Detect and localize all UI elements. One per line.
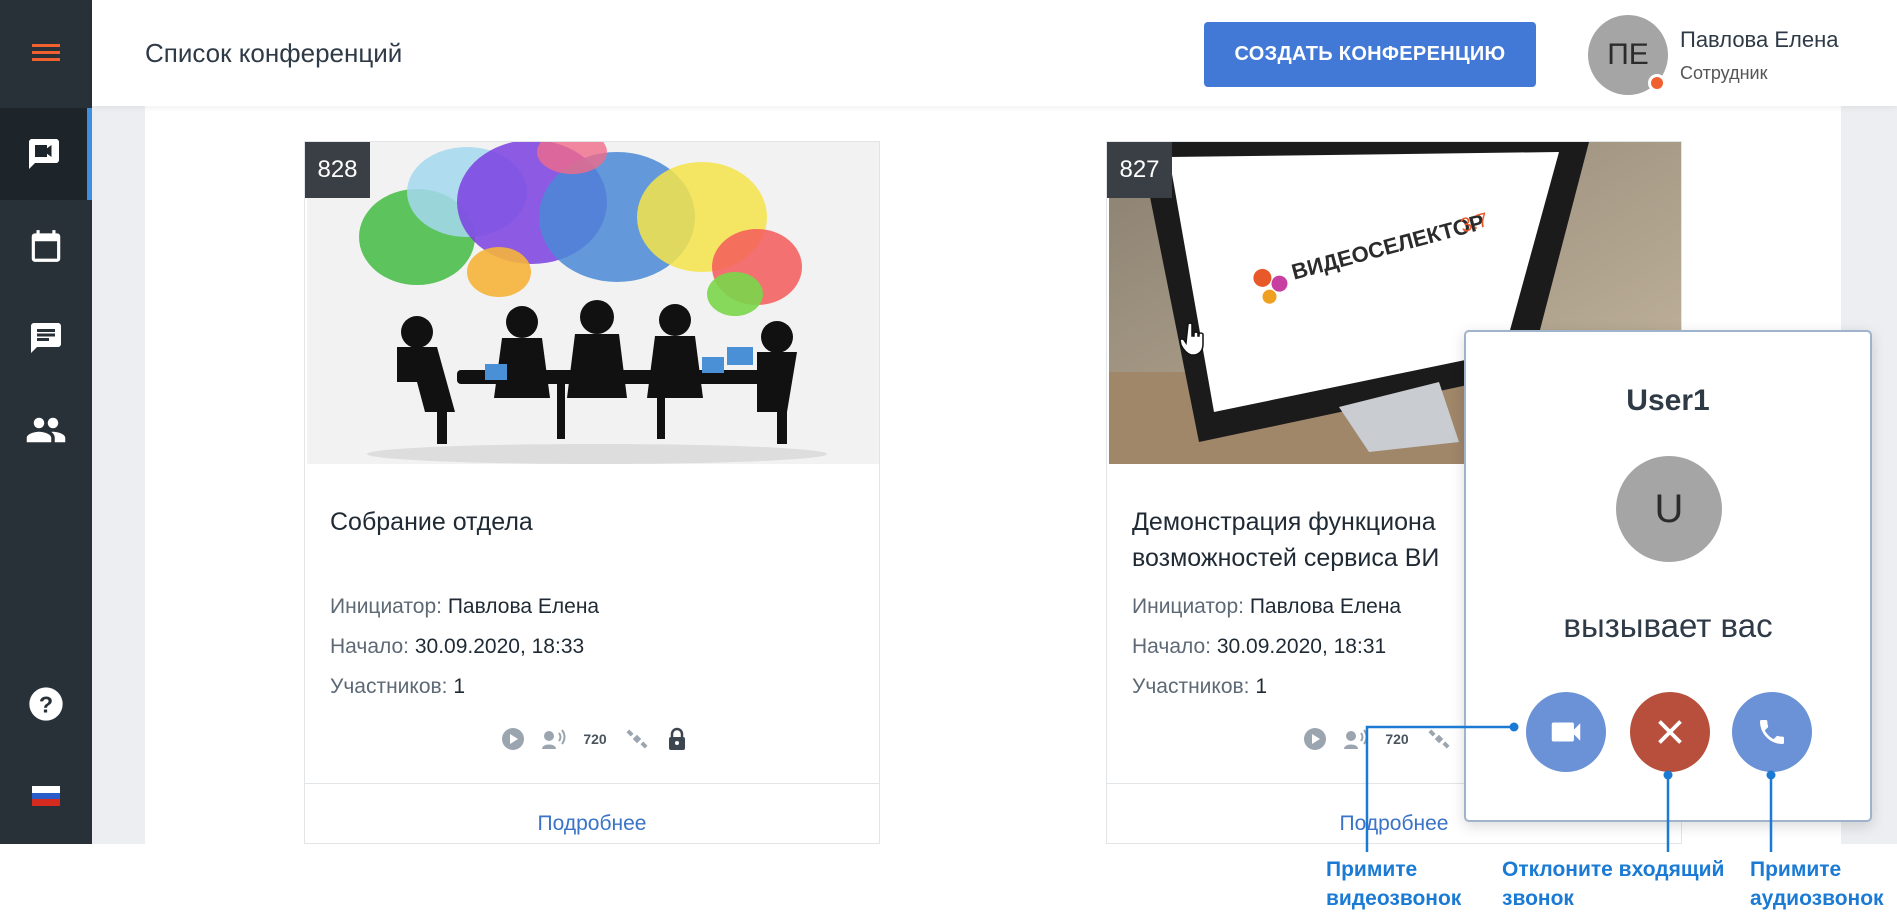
conference-card[interactable]: 828 Собрание отдела Инициатор: Павлова Е… [304,141,880,844]
calling-status-text: вызывает вас [1563,607,1773,644]
callout-accept-video-line2: видеозвонок [1326,887,1462,910]
conference-id-badge: 828 [305,142,370,198]
initiator-label: Инициатор: [1132,595,1244,618]
app: ? Список конференций СОЗДАТЬ КОНФЕРЕНЦИЮ… [0,0,1897,918]
decline-call-button[interactable] [1630,692,1710,772]
start-label: Начало: [1132,635,1212,658]
conference-initiator: Инициатор: Павлова Елена [330,595,599,619]
voice-icon [540,726,566,752]
initiator-label: Инициатор: [330,595,442,618]
initiator-value: Павлова Елена [1249,595,1402,618]
phone-icon [1760,720,1784,744]
user-name: Павлова Елена [1680,27,1839,52]
accept-video-call-button[interactable] [1526,692,1606,772]
caller-name: User1 [1626,384,1710,417]
conference-start: Начало: 30.09.2020, 18:33 [330,635,584,659]
sidebar-item-calendar[interactable] [0,200,92,292]
start-value: 30.09.2020, 18:31 [1216,635,1387,658]
sidebar-item-contacts[interactable] [0,384,92,476]
sidebar-item-language[interactable] [0,750,92,842]
callout-accept-audio-line1: Примите [1750,858,1842,881]
video-conference-icon [28,139,59,169]
conference-participants: Участников: 1 [1132,675,1267,699]
help-icon: ? [29,687,63,721]
voice-icon [1342,726,1368,752]
hd-720-icon: 720 [583,731,607,747]
satellite-icon [1426,726,1452,752]
participants-label: Участников: [1132,675,1250,698]
sidebar-item-chat[interactable] [0,292,92,384]
caller-avatar: U [1616,456,1722,562]
hd-720-icon: 720 [1385,731,1409,747]
callout-accept-video-line1: Примите [1326,858,1418,881]
callout-accept-audio: Примите аудиозвонок [1750,855,1884,913]
conference-start: Начало: 30.09.2020, 18:31 [1132,635,1386,659]
play-icon [1302,726,1328,752]
conference-id-badge: 827 [1107,142,1172,198]
sidebar-item-conferences[interactable] [0,108,92,200]
card-divider [305,783,879,784]
menu-icon[interactable] [0,6,92,98]
play-icon [500,726,526,752]
contacts-icon [26,417,66,443]
callout-decline-line2: звонок [1502,887,1574,910]
conference-features: 720 [1302,726,1452,752]
participants-value: 1 [1255,675,1268,698]
start-value: 30.09.2020, 18:33 [414,635,585,658]
calendar-icon [31,230,61,262]
user-role: Сотрудник [1680,63,1768,83]
accept-audio-call-button[interactable] [1732,692,1812,772]
participants-value: 1 [453,675,466,698]
language-flag-icon [32,786,60,806]
participants-label: Участников: [330,675,448,698]
conference-participants: Участников: 1 [330,675,465,699]
sidebar: ? [0,0,92,844]
svg-text:?: ? [39,691,53,717]
callout-decline-line1: Отклоните входящий [1502,858,1725,881]
video-camera-icon [1551,722,1581,742]
callout-accept-video: Примите видеозвонок [1326,855,1461,913]
create-conference-button[interactable]: СОЗДАТЬ КОНФЕРЕНЦИЮ [1204,22,1536,87]
start-label: Начало: [330,635,410,658]
callout-accept-audio-line2: аудиозвонок [1750,887,1884,910]
details-link[interactable]: Подробнее [305,812,879,836]
chat-icon [31,323,61,353]
sidebar-item-help[interactable]: ? [0,658,92,750]
conference-initiator: Инициатор: Павлова Елена [1132,595,1401,619]
top-header: Список конференций СОЗДАТЬ КОНФЕРЕНЦИЮ П… [92,0,1897,106]
callout-decline: Отклоните входящий звонок [1502,855,1724,913]
hand-cursor-icon [1180,322,1204,356]
conference-features: 720 [500,726,690,752]
page-title: Список конференций [145,38,403,68]
conference-image-meeting [307,142,879,464]
close-icon [1658,720,1682,744]
incoming-call-dialog: User1 U вызывает вас [1464,330,1872,822]
user-status-indicator [1648,74,1666,92]
conference-title[interactable]: Собрание отдела [330,504,855,540]
initiator-value: Павлова Елена [447,595,600,618]
satellite-icon [624,726,650,752]
lock-icon [664,726,690,752]
